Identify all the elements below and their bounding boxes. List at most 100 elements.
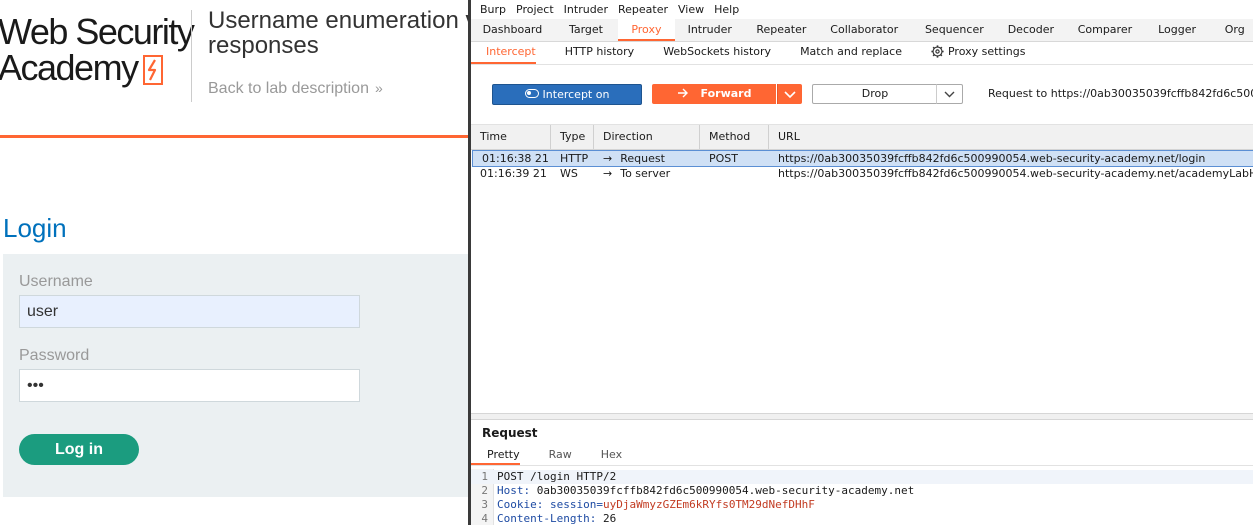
menu-repeater[interactable]: Repeater	[609, 0, 668, 19]
request-editor[interactable]: 1 POST /login HTTP/2 2 Host: 0ab30035039…	[471, 469, 1253, 525]
pane-splitter[interactable]	[471, 413, 1253, 420]
subtab-websockets-history[interactable]: WebSockets history	[648, 42, 771, 64]
intercept-toolbar: Intercept on Forward Drop Request to htt…	[471, 65, 1253, 123]
column-time[interactable]: Time	[471, 125, 551, 149]
lab-title-line2: responses	[208, 32, 319, 59]
tab-intruder[interactable]: Intruder	[675, 19, 745, 41]
tab-target[interactable]: Target	[554, 19, 618, 41]
intercept-label: Intercept on	[542, 88, 610, 101]
password-input[interactable]: •••	[19, 369, 360, 402]
header-key: Host	[497, 484, 524, 497]
drop-button[interactable]: Drop	[812, 84, 938, 104]
password-label: Password	[19, 347, 90, 364]
editor-line: 1 POST /login HTTP/2	[471, 470, 1253, 484]
tab-logger[interactable]: Logger	[1146, 19, 1207, 41]
tab-decoder[interactable]: Decoder	[998, 19, 1063, 41]
cell-direction-label: To server	[620, 167, 671, 180]
menu-burp[interactable]: Burp	[471, 0, 506, 19]
header-key: Cookie	[497, 498, 537, 511]
menu-view[interactable]: View	[669, 0, 704, 19]
cell-url: https://0ab30035039fcffb842fd6c500990054…	[778, 167, 1253, 180]
cell-type: HTTP	[560, 152, 589, 165]
tab-raw[interactable]: Raw	[533, 445, 572, 465]
cell-direction: → To server	[594, 166, 700, 181]
cell-direction: → Request	[594, 151, 700, 166]
proxy-settings-label: Proxy settings	[947, 45, 1026, 58]
menu-bar: Burp Project Intruder Repeater View Help	[471, 0, 1253, 19]
cell-time: 01:16:38 21 ...	[482, 152, 553, 165]
forward-options-dropdown[interactable]	[777, 84, 802, 104]
login-heading: Login	[3, 213, 67, 243]
chevron-down-icon	[944, 91, 955, 98]
menu-project[interactable]: Project	[507, 0, 554, 19]
subtab-http-history[interactable]: HTTP history	[550, 42, 634, 64]
tab-hex[interactable]: Hex	[585, 445, 622, 465]
drop-options-dropdown[interactable]	[936, 84, 963, 104]
intercept-toggle-button[interactable]: Intercept on	[492, 84, 642, 105]
subtab-match-and-replace[interactable]: Match and replace	[785, 42, 902, 64]
bolt-icon	[143, 55, 163, 85]
line-number: 2	[481, 484, 488, 497]
cell-method: POST	[709, 152, 738, 165]
tab-proxy[interactable]: Proxy	[618, 19, 675, 41]
login-button[interactable]: Log in	[19, 434, 139, 465]
table-header: Time Type Direction Method URL	[471, 125, 1253, 150]
chevron-down-icon	[784, 91, 796, 99]
column-type[interactable]: Type	[551, 125, 594, 149]
forward-button[interactable]: Forward	[652, 84, 776, 104]
header-divider	[0, 135, 470, 138]
login-form: Username user Password ••• Log in	[3, 254, 470, 497]
toggle-icon	[524, 89, 539, 98]
lab-title: Username enumeration v responses	[208, 8, 470, 58]
cell-type: WS	[560, 167, 578, 180]
tab-sequencer[interactable]: Sequencer	[911, 19, 999, 41]
arrow-right-icon: →	[603, 152, 613, 165]
proxy-sub-tab-bar: Intercept HTTP history WebSockets histor…	[471, 42, 1253, 65]
editor-line: 2 Host: 0ab30035039fcffb842fd6c500990054…	[471, 484, 914, 498]
header-value: 0ab30035039fcffb842fd6c500990054.web-sec…	[530, 484, 915, 497]
header-key: Content-Length	[497, 512, 590, 525]
double-chevron-right-icon: »	[374, 80, 383, 96]
burp-suite-window: Burp Project Intruder Repeater View Help…	[468, 0, 1253, 525]
username-label: Username	[19, 273, 93, 290]
line-text: POST /login HTTP/2	[497, 470, 617, 483]
web-security-academy-logo[interactable]: Web Security Academy	[0, 10, 195, 90]
line-number: 4	[481, 512, 488, 525]
logo-line1: Web Security	[0, 11, 195, 52]
logo-line2: Academy	[0, 47, 139, 88]
request-target-label: Request to https://0ab30035039fcffb842fd…	[988, 87, 1253, 100]
header-value: 26	[596, 512, 617, 525]
tab-organizer[interactable]: Org	[1208, 19, 1253, 41]
cell-url: https://0ab30035039fcffb842fd6c500990054…	[778, 152, 1206, 165]
username-input[interactable]: user	[19, 295, 360, 328]
gear-icon	[931, 45, 944, 58]
arrow-right-icon: →	[603, 167, 613, 180]
arrow-right-icon	[677, 88, 688, 98]
tab-collaborator[interactable]: Collaborator	[818, 19, 911, 41]
forward-label: Forward	[700, 87, 752, 100]
cookie-value: uyDjaWmyzGZEm6kRYfs0TM29dNefDHhF	[602, 498, 815, 511]
column-method[interactable]: Method	[700, 125, 769, 149]
tab-repeater[interactable]: Repeater	[745, 19, 818, 41]
tab-pretty[interactable]: Pretty	[471, 445, 520, 465]
subtab-intercept[interactable]: Intercept	[471, 42, 536, 64]
cell-direction-label: Request	[620, 152, 665, 165]
editor-line: 3 Cookie: session=uyDjaWmyzGZEm6kRYfs0TM…	[471, 498, 815, 512]
line-number: 1	[481, 470, 488, 483]
back-to-lab-description-link[interactable]: Back to lab description »	[208, 80, 383, 98]
lab-page: Web Security Academy Username enumeratio…	[0, 0, 470, 525]
request-view-tabs: Pretty Raw Hex	[471, 445, 1253, 466]
table-row[interactable]: 01:16:38 21 ... HTTP → Request POST https…	[472, 150, 1253, 167]
column-direction[interactable]: Direction	[594, 125, 700, 149]
cookie-name: session=	[543, 498, 603, 511]
menu-help[interactable]: Help	[705, 0, 739, 19]
tab-comparer[interactable]: Comparer	[1064, 19, 1147, 41]
lab-title-line1: Username enumeration v	[208, 7, 470, 34]
menu-intruder[interactable]: Intruder	[555, 0, 608, 19]
proxy-settings-button[interactable]: Proxy settings	[916, 42, 1026, 64]
table-row[interactable]: 01:16:39 21 ... WS → To server https://0a…	[471, 166, 1253, 181]
intercept-table: Time Type Direction Method URL 01:16:38 …	[471, 124, 1253, 415]
logo-divider	[191, 10, 192, 102]
tab-dashboard[interactable]: Dashboard	[471, 19, 554, 41]
column-url[interactable]: URL	[769, 125, 1253, 149]
